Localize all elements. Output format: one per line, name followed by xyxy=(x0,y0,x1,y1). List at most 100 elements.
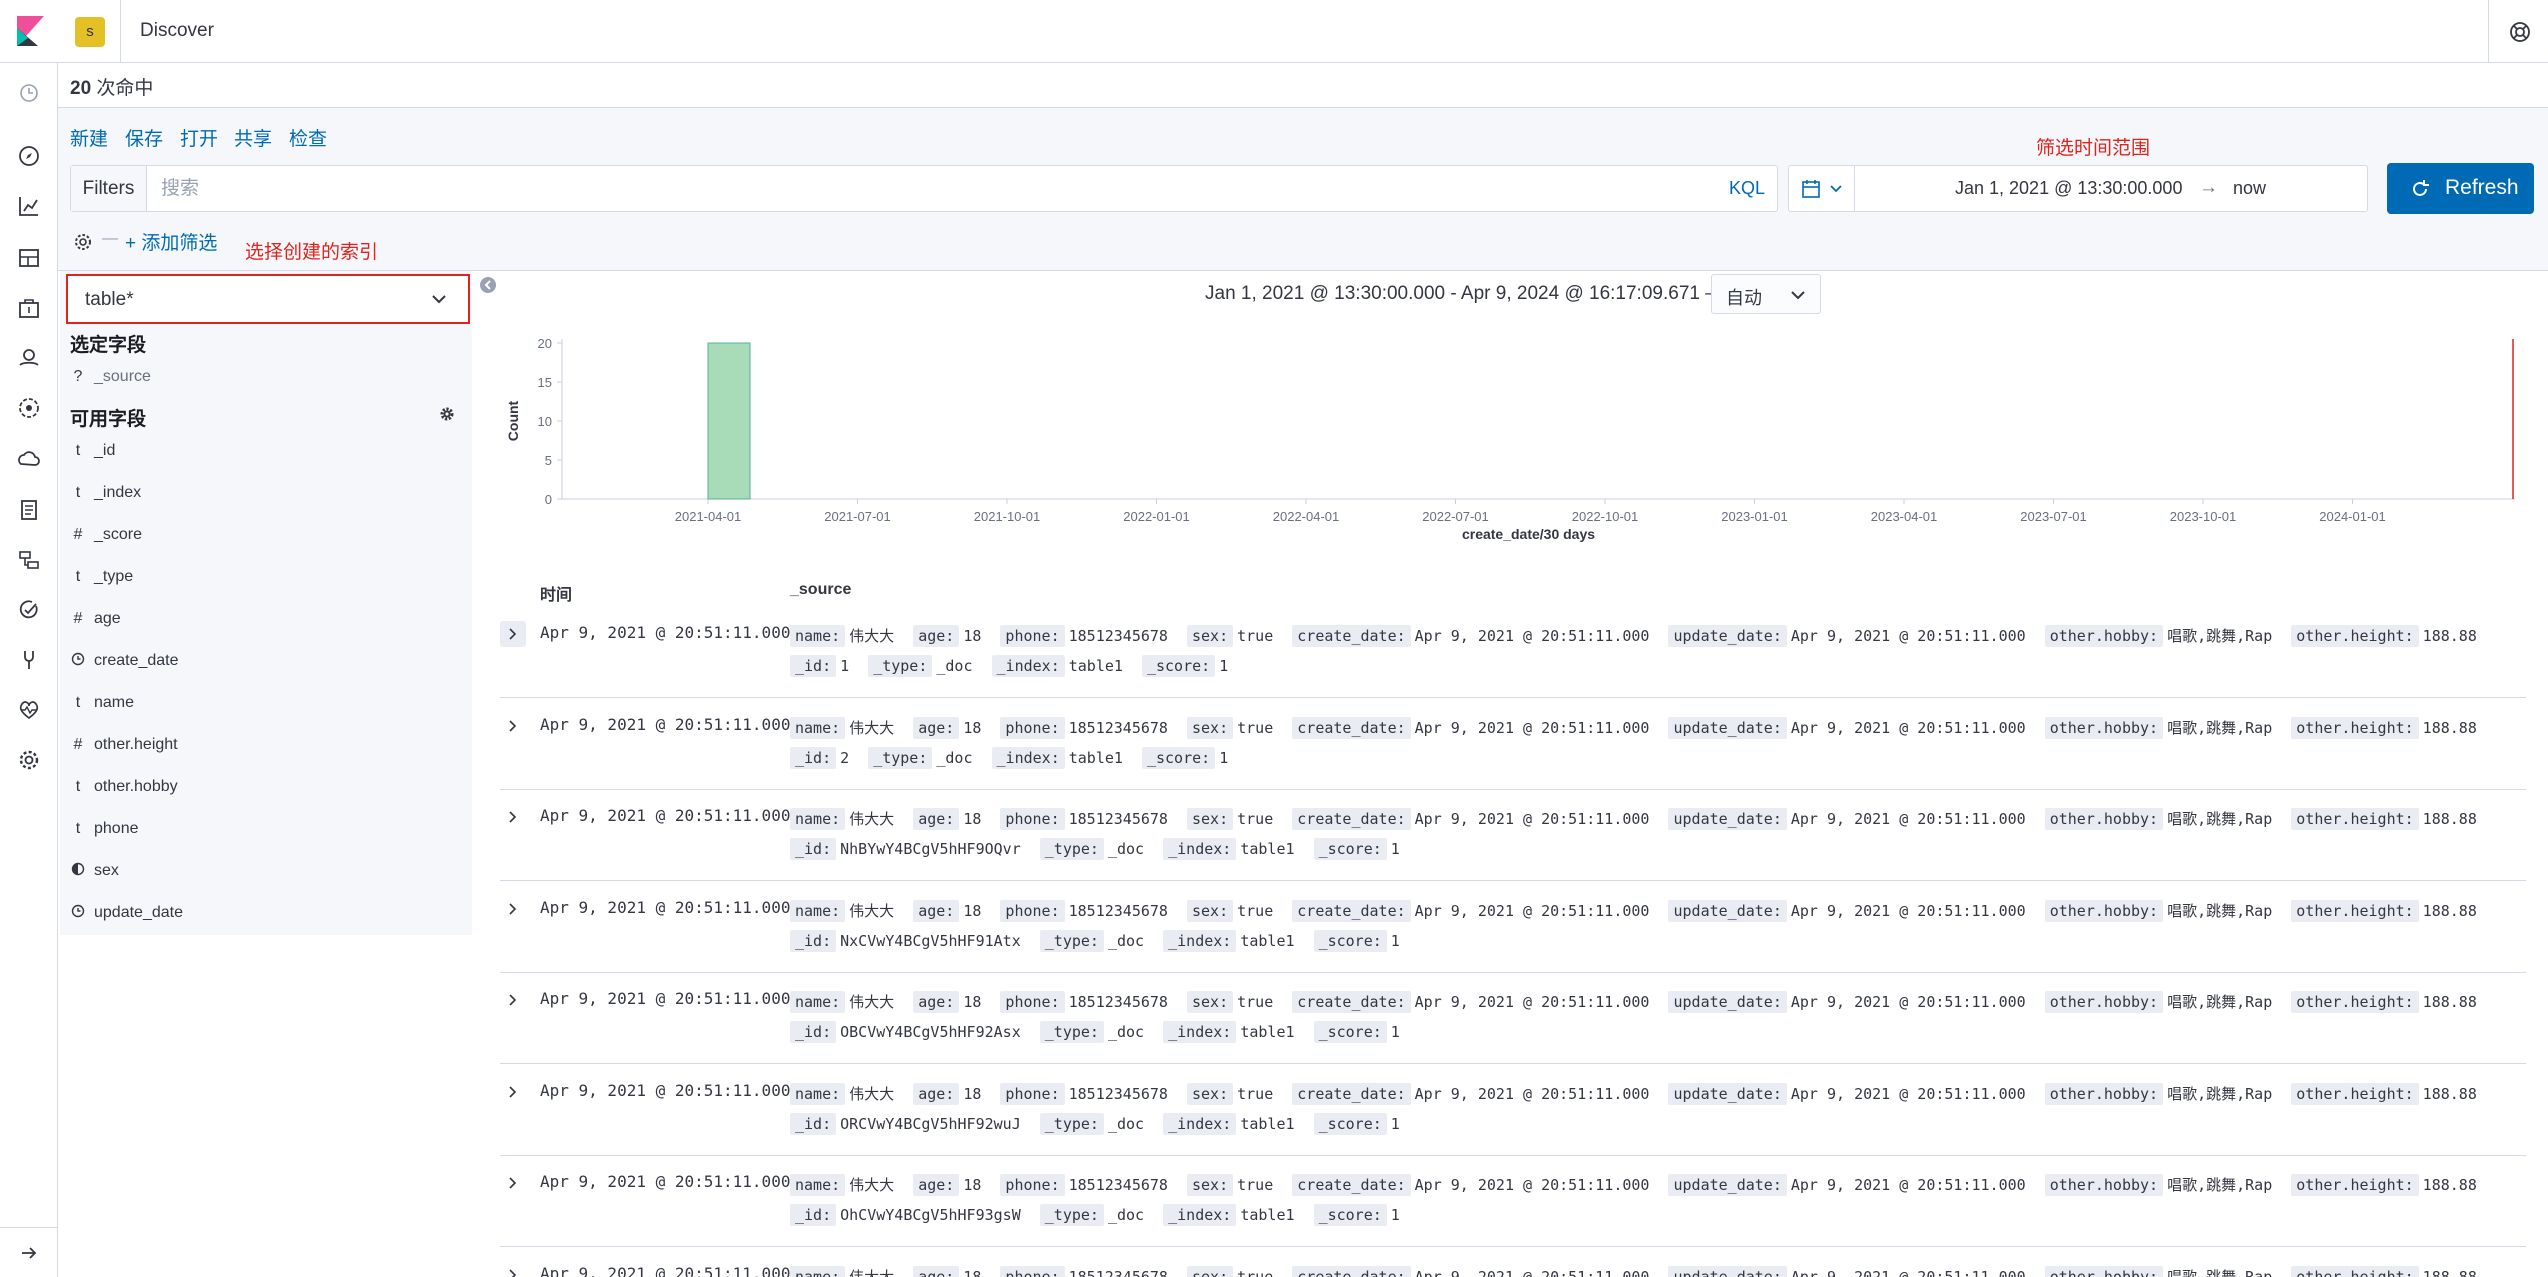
table-row[interactable]: Apr 9, 2021 @ 20:51:11.000 name: 伟大大 age: 1… xyxy=(500,1156,2526,1247)
field-name: update_date xyxy=(94,904,183,921)
source-field-value: true xyxy=(1237,1084,1274,1103)
field-item-update-date[interactable]: update_date xyxy=(70,902,460,928)
space-avatar[interactable]: s xyxy=(75,17,105,47)
source-field-key: other.height: xyxy=(2291,808,2419,830)
source-field-key: update_date: xyxy=(1668,716,1787,739)
field-item-create-date[interactable]: create_date xyxy=(70,650,460,676)
source-field-value: 2 xyxy=(840,748,850,767)
date-end[interactable]: now xyxy=(2233,178,2266,199)
field-item-phone[interactable]: t phone xyxy=(70,818,460,844)
expand-row-chevron-icon[interactable] xyxy=(500,713,526,739)
table-row[interactable]: Apr 9, 2021 @ 20:51:11.000 name: 伟大大 age: 1… xyxy=(500,607,2526,698)
infrastructure-icon[interactable] xyxy=(16,447,42,473)
source-field-value: 18 xyxy=(963,1176,982,1194)
source-field-key: update_date: xyxy=(1668,1265,1787,1277)
source-field-value: 伟大大 xyxy=(849,901,895,920)
field-item--index[interactable]: t _index xyxy=(70,482,460,508)
field-item-other-hobby[interactable]: t other.hobby xyxy=(70,776,460,802)
interval-select[interactable]: 自动 xyxy=(1711,274,1821,314)
expand-row-chevron-icon[interactable] xyxy=(500,1262,526,1277)
table-row[interactable]: Apr 9, 2021 @ 20:51:11.000 name: 伟大大 age: 1… xyxy=(500,790,2526,881)
source-field-value: true xyxy=(1237,1176,1274,1194)
table-row[interactable]: Apr 9, 2021 @ 20:51:11.000 name: 伟大大 age: 1… xyxy=(500,1248,2526,1277)
uptime-icon[interactable] xyxy=(16,597,42,623)
help-lifebuoy-icon[interactable] xyxy=(2509,21,2531,43)
source-field-value: _doc xyxy=(1107,931,1145,950)
source-field-value: table1 xyxy=(1240,931,1295,950)
source-field-key: name: xyxy=(790,1082,846,1105)
field-name: _score xyxy=(94,526,143,543)
help-menu[interactable] xyxy=(2488,0,2548,63)
index-pattern-select[interactable]: table* xyxy=(66,274,470,324)
histogram-chart[interactable]: 0 5 10 15 20 2021-04-01 2021-07-01 2021-10-01 20… xyxy=(500,325,2530,555)
field-item-other-height[interactable]: # other.height xyxy=(70,734,460,760)
field-item-name[interactable]: t name xyxy=(70,692,460,718)
menu-new-link[interactable]: 新建 xyxy=(70,124,108,151)
canvas-icon[interactable] xyxy=(16,295,42,321)
quick-select-button[interactable] xyxy=(1789,166,1855,211)
source-field-value: NhBYwY4BCgV5hHF9OQvr xyxy=(840,840,1021,858)
table-row[interactable]: Apr 9, 2021 @ 20:51:11.000 name: 伟大大 age: 1… xyxy=(500,1065,2526,1156)
table-row[interactable]: Apr 9, 2021 @ 20:51:11.000 name: 伟大大 age: 1… xyxy=(500,973,2526,1064)
row-source: name: 伟大大 age: 18 phone: 18512345678 sex: tr… xyxy=(790,713,2520,773)
source-field-value: table1 xyxy=(1068,657,1123,675)
field-item-sex[interactable]: sex xyxy=(70,860,460,886)
maps-icon[interactable] xyxy=(16,345,42,371)
dashboard-icon[interactable] xyxy=(16,245,42,271)
apm-icon[interactable] xyxy=(16,547,42,573)
row-timestamp: Apr 9, 2021 @ 20:51:11.000 xyxy=(540,806,791,825)
field-item--id[interactable]: t _id xyxy=(70,440,460,466)
monitoring-icon[interactable] xyxy=(16,697,42,723)
kibana-logo-icon[interactable] xyxy=(14,16,44,46)
menu-share-link[interactable]: 共享 xyxy=(234,124,272,151)
menu-save-link[interactable]: 保存 xyxy=(125,124,163,151)
field-settings-gear-icon[interactable] xyxy=(439,406,455,422)
discover-compass-icon[interactable] xyxy=(16,143,42,169)
source-field-key: other.height: xyxy=(2291,716,2419,739)
source-field-value: Apr 9, 2021 @ 20:51:11.000 xyxy=(1790,993,2026,1011)
selected-field-item[interactable]: ? _source xyxy=(70,366,460,392)
menu-inspect-link[interactable]: 检查 xyxy=(289,124,327,151)
left-nav xyxy=(0,63,58,1277)
kql-language-toggle[interactable]: KQL xyxy=(1729,178,1765,199)
date-start[interactable]: Jan 1, 2021 @ 13:30:00.000 xyxy=(1955,178,2182,199)
expand-row-chevron-icon[interactable] xyxy=(500,987,526,1013)
expand-row-chevron-icon[interactable] xyxy=(500,1079,526,1105)
expand-row-chevron-icon[interactable] xyxy=(500,621,526,647)
logs-icon[interactable] xyxy=(16,497,42,523)
recent-clock-icon[interactable] xyxy=(16,80,42,106)
field-item--score[interactable]: # _score xyxy=(70,524,460,550)
dev-tools-icon[interactable] xyxy=(16,647,42,673)
source-field-key: _id: xyxy=(790,655,837,677)
column-header-time[interactable]: 时间 xyxy=(540,581,572,605)
source-field-value: 伟大大 xyxy=(849,718,895,737)
menu-open-link[interactable]: 打开 xyxy=(180,124,218,151)
source-field-key: phone: xyxy=(1000,899,1065,922)
expand-row-chevron-icon[interactable] xyxy=(500,804,526,830)
field-type-string-icon: t xyxy=(75,442,81,459)
field-item--type[interactable]: t _type xyxy=(70,566,460,592)
source-field-value: _doc xyxy=(936,657,973,675)
table-row[interactable]: Apr 9, 2021 @ 20:51:11.000 name: 伟大大 age: 1… xyxy=(500,699,2526,790)
table-row[interactable]: Apr 9, 2021 @ 20:51:11.000 name: 伟大大 age: 1… xyxy=(500,882,2526,973)
add-filter-button[interactable]: + 添加筛选 xyxy=(125,228,217,255)
field-name: _index xyxy=(94,484,142,501)
source-field-value: true xyxy=(1237,810,1274,828)
visualize-chart-icon[interactable] xyxy=(16,193,42,219)
refresh-button[interactable]: Refresh xyxy=(2387,163,2534,214)
source-field-value: 188.88 xyxy=(2422,810,2477,828)
management-gear-icon[interactable] xyxy=(16,747,42,773)
expand-row-chevron-icon[interactable] xyxy=(500,896,526,922)
source-field-key: _score: xyxy=(1313,838,1387,860)
header-divider xyxy=(120,0,121,63)
filter-settings-gear-icon[interactable] xyxy=(73,232,93,252)
field-name: _type xyxy=(94,568,134,585)
ml-icon[interactable] xyxy=(16,395,42,421)
column-header-source[interactable]: _source xyxy=(790,581,851,599)
expand-nav-arrow-icon[interactable] xyxy=(18,1242,40,1264)
collapse-sidebar-icon[interactable] xyxy=(479,276,497,294)
expand-row-chevron-icon[interactable] xyxy=(500,1170,526,1196)
field-item-age[interactable]: # age xyxy=(70,608,460,634)
x-tick-label: 2022-04-01 xyxy=(1273,509,1340,524)
search-input[interactable] xyxy=(161,174,1661,204)
